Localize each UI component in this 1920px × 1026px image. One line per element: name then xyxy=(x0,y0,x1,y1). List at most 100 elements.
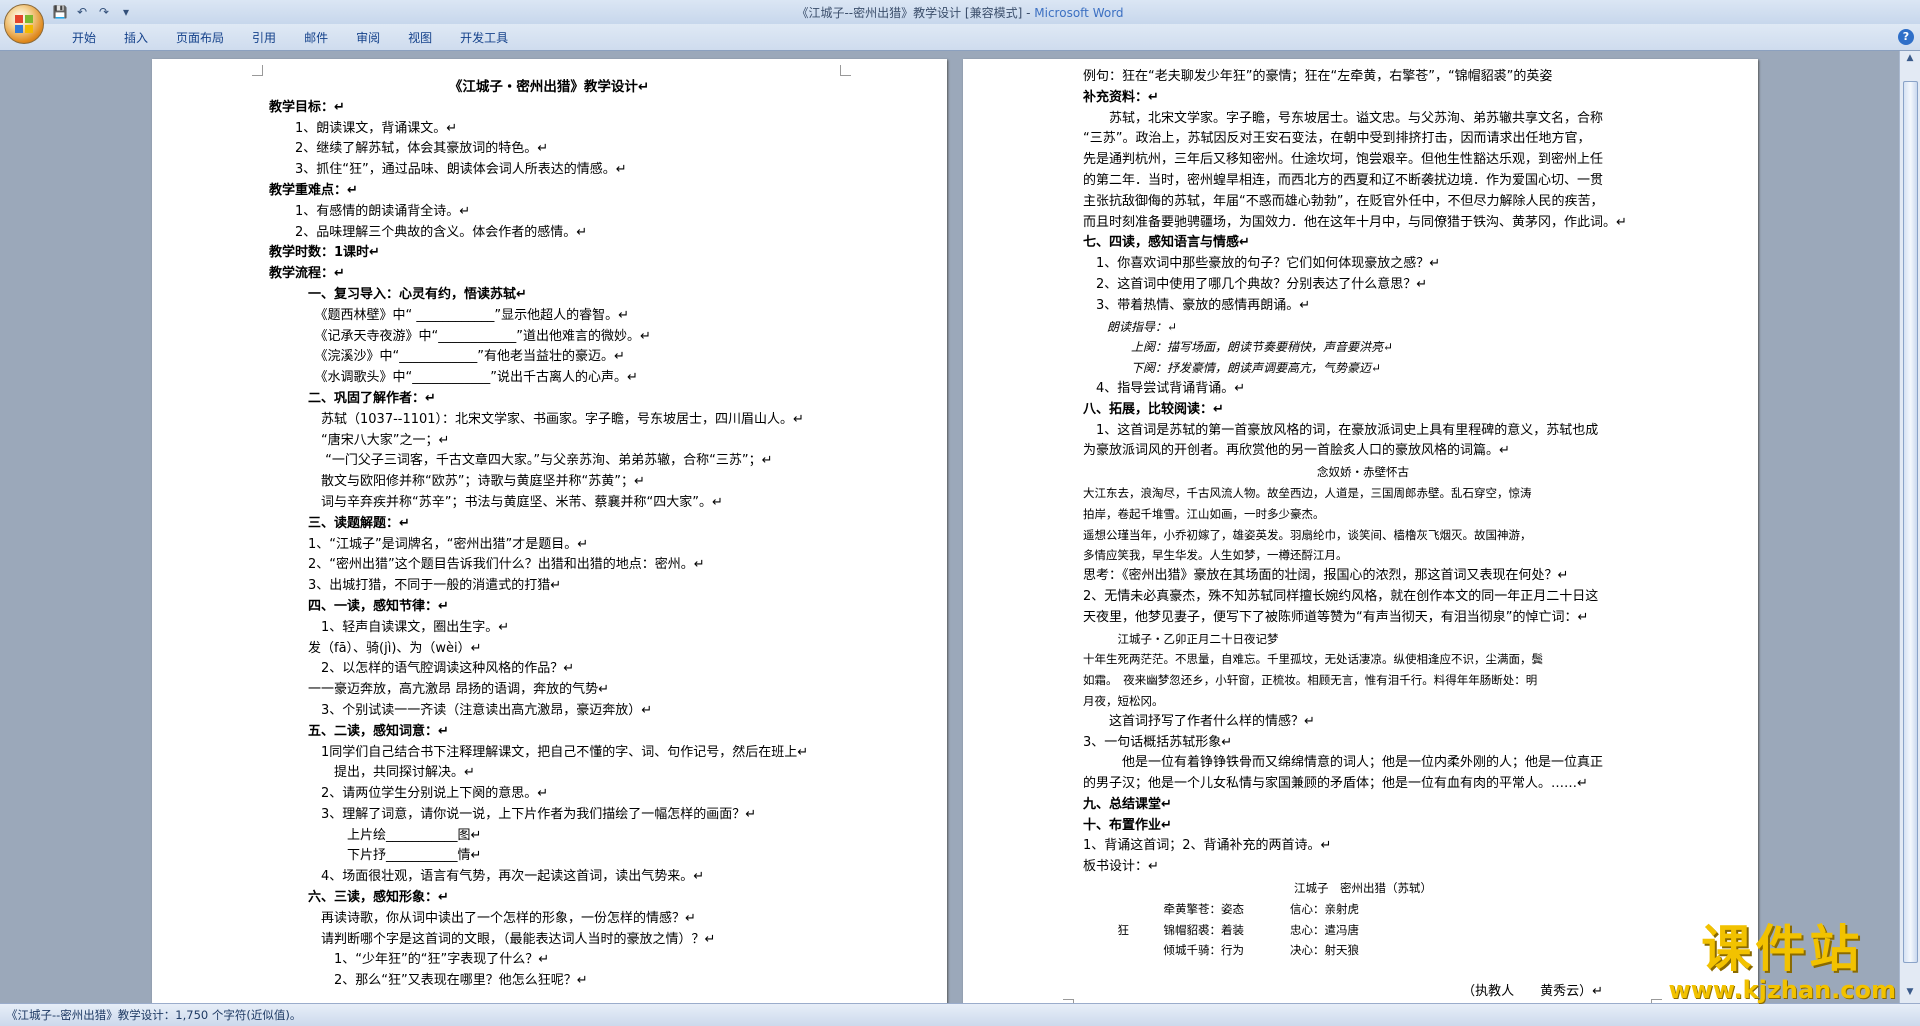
page-2-text: 例句：狂在“老夫聊发少年狂”的豪情；狂在“左牵黄，右擎苍”，“锦帽貂裘”的英姿补… xyxy=(1083,67,1643,1003)
text-line: 天夜里，他梦见妻子，便写下了被陈师道等赞为“有声当彻天，有泪当彻泉”的悼亡词：↵ xyxy=(1083,609,1589,625)
ribbon-tab[interactable]: 审阅 xyxy=(342,29,394,47)
text-line: 《题西林壁》中“ ____________”显示他超人的睿智。↵ xyxy=(269,307,629,323)
text-line: 2、请两位学生分别说上下阕的意思。↵ xyxy=(269,786,549,802)
text-line: 倾城千骑：行为 决心：射天狼 xyxy=(1083,943,1359,958)
ribbon-tab[interactable]: 视图 xyxy=(394,29,446,47)
office-button[interactable] xyxy=(4,4,44,44)
text-line: 板书设计：↵ xyxy=(1083,859,1159,875)
text-line: 例句：狂在“老夫聊发少年狂”的豪情；狂在“左牵黄，右擎苍”，“锦帽貂裘”的英姿 xyxy=(1083,69,1553,84)
ribbon-tab[interactable]: 引用 xyxy=(238,29,290,47)
scroll-down-icon[interactable]: ▼ xyxy=(1903,987,1917,1001)
text-line: 上片绘___________图↵ xyxy=(269,827,482,843)
text-line: 先是通判杭州，三年后又移知密州。仕途坎坷，饱尝艰辛。但他生性豁达乐观，到密州上任 xyxy=(1083,152,1604,168)
office-logo-icon xyxy=(15,15,33,33)
text-line: 他是一位有着铮铮铁骨而又绵绵情意的词人；他是一位内柔外刚的人；他是一位真正 xyxy=(1083,755,1604,771)
text-line: 上阕：描写场面，朗读节奏要稍快，声音要洪亮↵ xyxy=(1083,340,1394,355)
help-icon[interactable]: ? xyxy=(1898,29,1914,45)
text-line: 《江城子・密州出猎》教学设计↵ xyxy=(448,79,650,95)
ribbon-tab[interactable]: 插入 xyxy=(110,29,162,47)
section-heading: 六、三读，感知形象：↵ xyxy=(269,890,449,906)
text-line: 的第二年．当时，密州蝗旱相连，而西北方的西夏和辽不断袭扰边境．作为爱国心切、一贯 xyxy=(1083,172,1604,188)
section-heading: 十、布置作业↵ xyxy=(1083,817,1172,833)
crop-mark xyxy=(252,65,263,76)
text-line: 提出，共同探讨解决。↵ xyxy=(269,765,475,781)
text-line: 而且时刻准备要驰骋疆场，为国效力．他在这年十月中，与同僚猎于铁沟、黄茅冈，作此词… xyxy=(1083,214,1627,230)
section-heading: 教学目标：↵ xyxy=(269,99,345,115)
section-heading: 一、复习导入：心灵有约，悟读苏轼↵ xyxy=(269,286,527,302)
text-line: 3、带着热情、豪放的感情再朗诵。↵ xyxy=(1083,297,1311,313)
section-heading: 七、四读，感知语言与情感↵ xyxy=(1083,235,1250,251)
section-heading: 九、总结课堂↵ xyxy=(1083,796,1172,812)
ribbon: 开始 插入 页面布局 引用 邮件 审阅 视图 开发工具 ? xyxy=(0,24,1920,51)
text-line: 3、理解了词意，请你说一说，上下片作者为我们描绘了一幅怎样的画面？↵ xyxy=(269,806,757,822)
ribbon-tab[interactable]: 开始 xyxy=(58,29,110,47)
section-heading: 二、巩固了解作者：↵ xyxy=(269,390,436,406)
text-line: 苏轼，北宋文学家。字子瞻，号东坡居士。谥文忠。与父苏洵、弟苏辙共享文名，合称 xyxy=(1083,110,1604,126)
document-page-1[interactable]: 《江城子・密州出猎》教学设计↵ 教学目标：↵ 1、朗读课文，背诵课文。↵ 2、继续… xyxy=(152,59,947,1003)
text-line: 《记承天寺夜游》中“____________”道出他难言的微妙。↵ xyxy=(269,328,651,344)
ribbon-tab[interactable]: 页面布局 xyxy=(162,29,238,47)
scroll-up-icon[interactable]: ▲ xyxy=(1903,53,1917,67)
customize-toolbar-icon[interactable]: ▾ xyxy=(118,4,134,20)
text-line: 月夜，短松冈。 xyxy=(1083,693,1164,708)
section-heading: 补充资料：↵ xyxy=(1083,89,1159,105)
text-line: 下片抒___________情↵ xyxy=(269,848,482,864)
text-line: 请判断哪个字是这首词的文眼，（最能表达词人当时的豪放之情）？↵ xyxy=(269,931,716,947)
text-line: 2、品味理解三个典故的含义。体会作者的感情。↵ xyxy=(269,224,588,240)
quick-access-toolbar: 💾 ↶ ↷ ▾ xyxy=(52,3,134,21)
text-line: 2、继续了解苏轼，体会其豪放词的特色。↵ xyxy=(269,141,549,157)
text-line: （执教人 黄秀云）↵ xyxy=(1462,984,1603,1000)
text-line: 江城子・乙卯正月二十日夜记梦 xyxy=(1083,631,1279,646)
text-line: 4、指导尝试背诵背诵。↵ xyxy=(1083,380,1246,396)
text-line: 思考：《密州出猎》豪放在其场面的壮阔，报国心的浓烈，那这首词又表现在何处？↵ xyxy=(1083,568,1569,584)
text-line: 如霜。 夜来幽梦忽还乡，小轩窗，正梳妆。相顾无言，惟有泪千行。料得年年肠断处：明 xyxy=(1083,673,1538,688)
crop-mark xyxy=(840,65,851,76)
text-line: 3、抓住“狂”，通过品味、朗读体会词人所表达的情感。↵ xyxy=(269,162,627,178)
section-heading: 八、拓展，比较阅读：↵ xyxy=(1083,401,1224,417)
vertical-scrollbar[interactable]: ▲ ▼ xyxy=(1899,51,1920,1003)
text-line: 《浣溪沙》中“____________”有他老当益壮的豪迈。↵ xyxy=(269,349,625,365)
window-title: 《江城子--密州出猎》教学设计 [兼容模式] - Microsoft Word xyxy=(796,6,1124,20)
section-heading: 教学时数：1课时↵ xyxy=(269,245,380,261)
ribbon-tabs: 开始 插入 页面布局 引用 邮件 审阅 视图 开发工具 xyxy=(58,29,522,47)
section-heading: 五、二读，感知词意：↵ xyxy=(269,723,449,739)
page-1-text: 《江城子・密州出猎》教学设计↵ 教学目标：↵ 1、朗读课文，背诵课文。↵ 2、继续… xyxy=(269,77,829,992)
save-icon[interactable]: 💾 xyxy=(52,4,68,20)
text-line: 1、有感情的朗读诵背全诗。↵ xyxy=(269,203,471,219)
section-heading: 三、读题解题：↵ xyxy=(269,515,410,531)
text-line: 1、这首词是苏轼的第一首豪放风格的词，在豪放派词史上具有里程碑的意义，苏轼也成 xyxy=(1083,422,1599,438)
document-area[interactable]: 《江城子・密州出猎》教学设计↵ 教学目标：↵ 1、朗读课文，背诵课文。↵ 2、继续… xyxy=(0,51,1900,1003)
document-page-2[interactable]: 例句：狂在“老夫聊发少年狂”的豪情；狂在“左牵黄，右擎苍”，“锦帽貂裘”的英姿补… xyxy=(963,59,1758,1003)
text-line: 念奴娇・赤壁怀古 xyxy=(1317,465,1409,480)
text-line: 散文与欧阳修并称“欧苏”；诗歌与黄庭坚并称“苏黄”；↵ xyxy=(269,474,645,490)
text-line: “一门父子三词客，千古文章四大家。”与父亲苏洵、弟弟苏辙，合称“三苏”；↵ xyxy=(269,453,773,469)
text-line: 1、“少年狂”的“狂”字表现了什么？↵ xyxy=(269,952,550,968)
text-line: 狂 锦帽貂裘：着装 忠心：遣冯唐 xyxy=(1083,922,1359,937)
text-line: 1、轻声自读课文，圈出生字。↵ xyxy=(269,619,510,635)
text-line: 3、一句话概括苏轼形象↵ xyxy=(1083,734,1233,750)
text-line: 词与辛弃疾并称“苏辛”；书法与黄庭坚、米芾、蔡襄并称“四大家”。↵ xyxy=(269,494,723,510)
text-line: 遥想公瑾当年，小乔初嫁了，雄姿英发。羽扇纶巾，谈笑间、樯橹灰飞烟灭。故国神游， xyxy=(1083,527,1532,542)
text-line: 《水调歌头》中“____________”说出千古离人的心声。↵ xyxy=(269,370,638,386)
text-line: 下阕：抒发豪情，朗读声调要高亢，气势豪迈↵ xyxy=(1083,361,1382,376)
text-line: 2、这首词中使用了哪几个典故？分别表达了什么意思？↵ xyxy=(1083,276,1428,292)
text-line: 主张抗敌御侮的苏轼，年届“不惑而雄心勃勃”，在贬官外任中，不但尽力解除人民的疾苦… xyxy=(1083,193,1604,209)
text-line: 1、“江城子”是词牌名，“密州出猎”才是题目。↵ xyxy=(269,536,589,552)
text-line: 2、无情未必真豪杰，殊不知苏轼同样擅长婉约风格，就在创作本文的同一年正月二十日这 xyxy=(1083,588,1599,604)
text-line: 十年生死两茫茫。不思量，自难忘。千里孤坟，无处话凄凉。纵使相逢应不识，尘满面，鬓 xyxy=(1083,652,1543,667)
text-line: 拍岸，卷起千堆雪。江山如画，一时多少豪杰。 xyxy=(1083,506,1325,521)
site-watermark: 课件站 www.kjzhan.com xyxy=(1669,921,1896,1003)
redo-icon[interactable]: ↷ xyxy=(96,4,112,20)
text-line: 3、个别试读一一齐读（注意读出高亢激昂，豪迈奔放）↵ xyxy=(269,702,653,718)
text-line: 大江东去，浪淘尽，千古风流人物。故垒西边，人道是，三国周郎赤壁。乱石穿空，惊涛 xyxy=(1083,485,1532,500)
text-line: 2、那么“狂”又表现在哪里？他怎么狂呢？↵ xyxy=(269,973,588,989)
text-line: 牵黄擎苍：姿态 信心：亲射虎 xyxy=(1083,901,1359,916)
ribbon-tab[interactable]: 邮件 xyxy=(290,29,342,47)
title-bar: 《江城子--密州出猎》教学设计 [兼容模式] - Microsoft Word … xyxy=(0,0,1920,24)
text-line: 这首词抒写了作者什么样的情感？↵ xyxy=(1083,713,1315,729)
section-heading: 四、一读，感知节律：↵ xyxy=(269,598,449,614)
scrollbar-thumb[interactable] xyxy=(1903,81,1918,963)
text-line: “唐宋八大家”之一；↵ xyxy=(269,432,450,448)
undo-icon[interactable]: ↶ xyxy=(74,4,90,20)
ribbon-tab[interactable]: 开发工具 xyxy=(446,29,522,47)
